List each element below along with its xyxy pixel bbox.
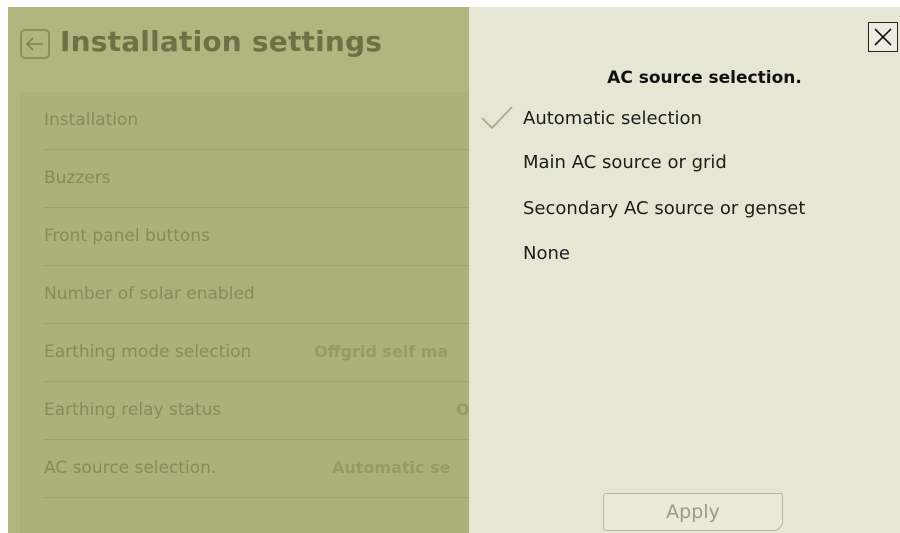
back-button[interactable] bbox=[20, 29, 50, 59]
close-button[interactable] bbox=[868, 22, 898, 52]
option-label: Main AC source or grid bbox=[523, 152, 727, 173]
settings-row-front-panel-buttons[interactable]: Front panel buttons bbox=[44, 208, 497, 266]
row-label: AC source selection. bbox=[44, 458, 217, 478]
popup-title: AC source selection. bbox=[607, 68, 802, 88]
settings-row-ac-source[interactable]: AC source selection. Automatic se bbox=[44, 440, 484, 498]
ac-source-popup: AC source selection. Automatic selection… bbox=[469, 7, 900, 533]
option-none[interactable]: None bbox=[469, 236, 900, 276]
settings-row-earthing-mode[interactable]: Earthing mode selection Offgrid self ma bbox=[44, 324, 484, 382]
page-title: Installation settings bbox=[60, 25, 383, 58]
row-label: Front panel buttons bbox=[44, 226, 210, 246]
arrow-left-icon bbox=[26, 37, 43, 51]
option-main-ac-source[interactable]: Main AC source or grid bbox=[469, 145, 900, 185]
earthing-mode-value: Offgrid self ma bbox=[314, 342, 449, 361]
option-label: Automatic selection bbox=[523, 108, 702, 129]
ac-source-value: Automatic se bbox=[332, 458, 451, 477]
row-label: Earthing mode selection bbox=[44, 342, 252, 362]
option-automatic-selection[interactable]: Automatic selection bbox=[469, 101, 900, 141]
row-label: Number of solar enabled bbox=[44, 284, 255, 304]
close-icon bbox=[874, 28, 892, 46]
option-label: Secondary AC source or genset bbox=[523, 198, 806, 219]
settings-row-buzzers[interactable]: Buzzers bbox=[44, 150, 497, 208]
row-label: Buzzers bbox=[44, 168, 111, 188]
checkmark-icon bbox=[481, 106, 513, 130]
apply-button[interactable]: Apply bbox=[603, 493, 783, 531]
settings-row-earthing-relay-status[interactable]: Earthing relay status O bbox=[44, 382, 484, 440]
earthing-relay-value: O bbox=[456, 400, 470, 419]
option-label: None bbox=[523, 243, 570, 264]
settings-list: Installation Buzzers Front panel buttons… bbox=[20, 92, 497, 533]
settings-row-installation[interactable]: Installation bbox=[44, 92, 497, 150]
settings-row-number-of-solar[interactable]: Number of solar enabled bbox=[44, 266, 484, 324]
row-label: Installation bbox=[44, 110, 139, 130]
row-label: Earthing relay status bbox=[44, 400, 222, 420]
option-secondary-ac-source[interactable]: Secondary AC source or genset bbox=[469, 191, 900, 231]
